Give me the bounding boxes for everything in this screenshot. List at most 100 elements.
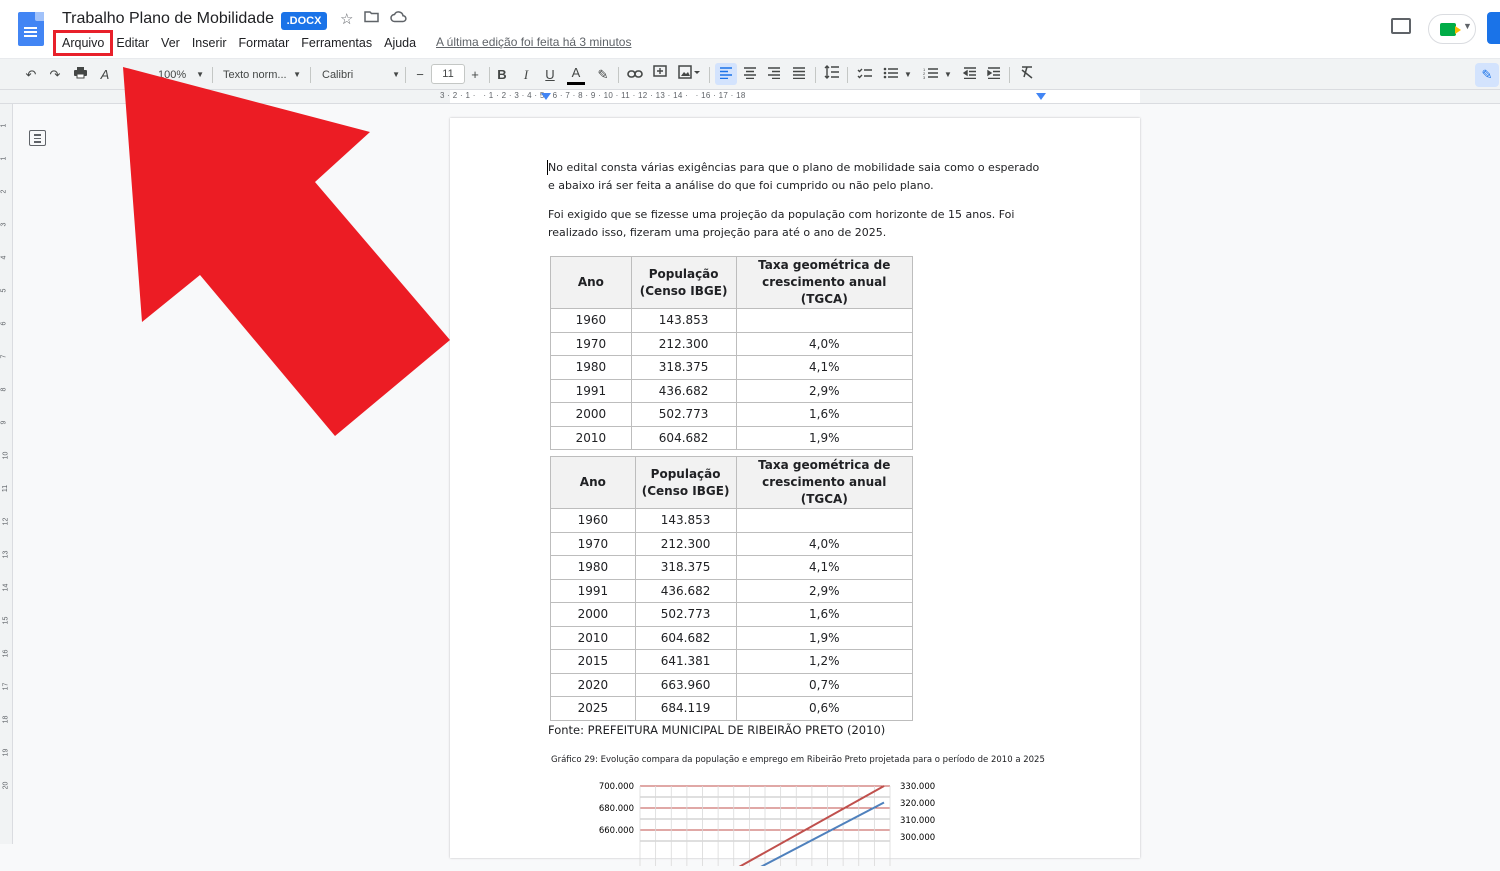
menu-formatar[interactable]: Formatar xyxy=(233,33,296,53)
table-cell[interactable]: 2000 xyxy=(550,402,632,427)
table-cell[interactable]: 436.682 xyxy=(630,378,737,403)
move-folder-icon[interactable] xyxy=(364,10,379,27)
table-cell[interactable]: 1,9% xyxy=(735,425,914,450)
table-cell[interactable]: 2,9% xyxy=(735,578,914,603)
table-cell[interactable]: 2015 xyxy=(550,649,636,674)
underline-button[interactable]: U xyxy=(542,65,558,85)
table-cell[interactable]: 684.119 xyxy=(634,696,737,721)
left-indent-marker[interactable] xyxy=(541,93,551,100)
increase-font-size-button[interactable]: + xyxy=(467,65,483,85)
comment-history-icon[interactable] xyxy=(1391,18,1411,34)
document-page[interactable]: No edital consta várias exigências para … xyxy=(450,118,1140,871)
table-cell[interactable]: 604.682 xyxy=(634,625,737,650)
table-cell[interactable]: 0,7% xyxy=(735,672,914,697)
table-cell[interactable]: 318.375 xyxy=(630,355,737,380)
table-cell[interactable]: 1970 xyxy=(550,331,632,356)
line-spacing-icon[interactable] xyxy=(823,65,841,85)
chevron-down-icon[interactable]: ▼ xyxy=(903,65,913,85)
table-cell[interactable]: 1,2% xyxy=(735,649,914,674)
redo-icon[interactable]: ↷ xyxy=(46,65,64,85)
table-cell[interactable]: 2010 xyxy=(550,625,636,650)
table-cell[interactable]: 1,6% xyxy=(735,602,914,627)
table-cell[interactable]: 2025 xyxy=(550,696,636,721)
table-cell[interactable]: 604.682 xyxy=(630,425,737,450)
table-cell[interactable] xyxy=(735,308,914,333)
table-cell[interactable] xyxy=(735,508,914,533)
decrease-indent-icon[interactable] xyxy=(961,65,979,85)
table-cell[interactable]: 143.853 xyxy=(630,308,737,333)
table-cell[interactable]: 641.381 xyxy=(634,649,737,674)
style-dropdown[interactable]: Texto norm... ▼ xyxy=(223,65,301,85)
population-table-2[interactable]: Ano População (Censo IBGE) Taxa geométri… xyxy=(550,456,914,721)
table-cell[interactable]: 2020 xyxy=(550,672,636,697)
clear-formatting-icon[interactable] xyxy=(1018,65,1036,85)
table-cell[interactable]: 2000 xyxy=(550,602,636,627)
bold-button[interactable]: B xyxy=(494,65,510,85)
table-cell[interactable]: 436.682 xyxy=(634,578,737,603)
numbered-list-icon[interactable]: 123 xyxy=(922,65,940,85)
table-cell[interactable]: 1970 xyxy=(550,531,636,556)
decrease-font-size-button[interactable]: − xyxy=(412,65,428,85)
menu-editar[interactable]: Editar xyxy=(110,33,155,53)
align-center-icon[interactable] xyxy=(741,65,759,85)
paragraph-2[interactable]: Foi exigido que se fizesse uma projeção … xyxy=(548,206,1048,241)
table-cell[interactable]: 4,1% xyxy=(735,355,914,380)
table-cell[interactable]: 663.960 xyxy=(634,672,737,697)
table-cell[interactable]: 1980 xyxy=(550,355,632,380)
menu-ajuda[interactable]: Ajuda xyxy=(378,33,422,53)
checklist-icon[interactable] xyxy=(856,65,874,85)
menu-inserir[interactable]: Inserir xyxy=(186,33,233,53)
last-edit-link[interactable]: A última edição foi feita há 3 minutos xyxy=(436,35,631,49)
font-size-input[interactable]: 11 xyxy=(431,64,465,84)
document-outline-icon[interactable] xyxy=(29,130,46,146)
paragraph-1[interactable]: No edital consta várias exigências para … xyxy=(548,159,1048,194)
horizontal-ruler[interactable]: 3 · 2 · 1 · · 1 · 2 · 3 · 4 · 5 · 6 · 7 … xyxy=(0,90,1500,104)
table-cell[interactable]: 1,9% xyxy=(735,625,914,650)
table-cell[interactable]: 1991 xyxy=(550,578,636,603)
table-cell[interactable]: 1960 xyxy=(550,308,632,333)
population-table-1[interactable]: Ano População (Censo IBGE) Taxa geométri… xyxy=(550,256,914,450)
italic-button[interactable]: I xyxy=(518,65,534,85)
share-button[interactable] xyxy=(1487,12,1500,44)
bulleted-list-icon[interactable] xyxy=(882,65,900,85)
right-indent-marker[interactable] xyxy=(1036,93,1046,100)
meet-button[interactable]: ▼ xyxy=(1428,14,1476,44)
table-cell[interactable]: 1991 xyxy=(550,378,632,403)
table-cell[interactable]: 1960 xyxy=(550,508,636,533)
table-cell[interactable]: 1,6% xyxy=(735,402,914,427)
menu-ferramentas[interactable]: Ferramentas xyxy=(295,33,378,53)
table-cell[interactable]: 4,0% xyxy=(735,531,914,556)
chevron-down-icon[interactable]: ▼ xyxy=(943,65,953,85)
print-icon[interactable] xyxy=(71,65,89,85)
link-icon[interactable] xyxy=(626,65,644,85)
align-left-icon[interactable] xyxy=(717,65,735,85)
spellcheck-icon[interactable]: A xyxy=(96,65,114,85)
menu-arquivo[interactable]: Arquivo xyxy=(52,30,114,56)
justify-icon[interactable] xyxy=(790,65,808,85)
align-right-icon[interactable] xyxy=(765,65,783,85)
table-cell[interactable]: 0,6% xyxy=(735,696,914,721)
menu-ver[interactable]: Ver xyxy=(155,33,186,53)
table-cell[interactable]: 502.773 xyxy=(630,402,737,427)
text-color-button[interactable]: A xyxy=(567,65,585,85)
table-cell[interactable]: 212.300 xyxy=(634,531,737,556)
font-dropdown[interactable]: Calibri ▼ xyxy=(322,65,400,85)
insert-comment-icon[interactable] xyxy=(651,65,669,85)
table-cell[interactable]: 143.853 xyxy=(634,508,737,533)
highlight-icon[interactable]: ✎ xyxy=(594,65,612,85)
insert-image-icon[interactable] xyxy=(676,65,702,85)
table-cell[interactable]: 318.375 xyxy=(634,555,737,580)
editing-mode-icon[interactable]: ✎ xyxy=(1475,63,1499,87)
cloud-status-icon[interactable] xyxy=(390,10,407,27)
star-icon[interactable]: ☆ xyxy=(340,10,353,28)
document-title[interactable]: Trabalho Plano de Mobilidade xyxy=(62,10,274,28)
increase-indent-icon[interactable] xyxy=(985,65,1003,85)
table-cell[interactable]: 502.773 xyxy=(634,602,737,627)
undo-icon[interactable]: ↶ xyxy=(22,65,40,85)
table-cell[interactable]: 2010 xyxy=(550,425,632,450)
table-cell[interactable]: 1980 xyxy=(550,555,636,580)
table-cell[interactable]: 4,1% xyxy=(735,555,914,580)
docs-logo-icon[interactable] xyxy=(18,12,44,46)
table-cell[interactable]: 4,0% xyxy=(735,331,914,356)
zoom-dropdown[interactable]: 100% ▼ xyxy=(158,65,204,85)
